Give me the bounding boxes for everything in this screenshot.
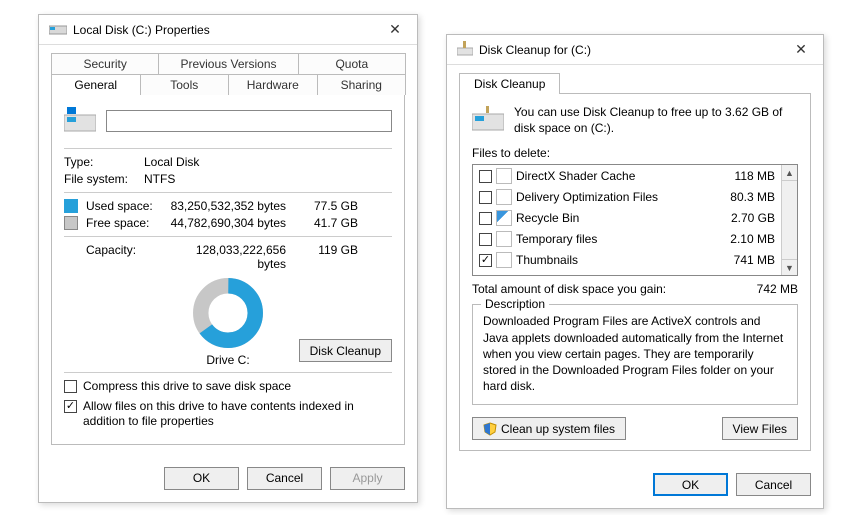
list-item[interactable]: Thumbnails741 MB [473,249,781,270]
usage-donut-chart [192,277,264,349]
properties-titlebar[interactable]: Local Disk (C:) Properties ✕ [39,15,417,45]
type-label: Type: [64,155,144,169]
general-panel: Type:Local Disk File system:NTFS Used sp… [51,94,405,445]
volume-label-input[interactable] [106,110,392,132]
compress-label: Compress this drive to save disk space [83,379,291,395]
close-icon[interactable]: ✕ [783,38,819,62]
files-list[interactable]: DirectX Shader Cache118 MBDelivery Optim… [472,164,798,276]
shield-icon [483,422,497,436]
index-label: Allow files on this drive to have conten… [83,399,392,430]
tab-tools[interactable]: Tools [140,74,230,95]
item-checkbox[interactable] [479,254,492,267]
fs-value: NTFS [144,172,392,186]
type-value: Local Disk [144,155,392,169]
files-to-delete-label: Files to delete: [472,146,798,160]
scroll-down-icon[interactable]: ▼ [782,259,797,275]
item-checkbox[interactable] [479,191,492,204]
item-checkbox[interactable] [479,233,492,246]
item-size: 118 MB [705,169,775,183]
free-bytes: 44,782,690,304 bytes [164,216,304,230]
cleanup-intro: You can use Disk Cleanup to free up to 3… [514,104,798,136]
properties-tabs: Security Previous Versions Quota General… [51,53,405,95]
description-text: Downloaded Program Files are ActiveX con… [483,313,787,394]
drive-icon [49,20,67,39]
properties-dialog: Local Disk (C:) Properties ✕ Security Pr… [38,14,418,503]
clean-system-files-button[interactable]: Clean up system files [472,417,626,440]
ok-button[interactable]: OK [653,473,728,496]
total-value: 742 MB [757,282,798,296]
file-type-icon [496,252,512,268]
tab-general[interactable]: General [51,74,141,95]
item-name: Delivery Optimization Files [516,190,705,204]
index-checkbox[interactable] [64,400,77,413]
tab-disk-cleanup[interactable]: Disk Cleanup [459,73,560,94]
item-size: 2.70 GB [705,211,775,225]
file-type-icon [496,231,512,247]
drive-large-icon [64,105,96,136]
capacity-label: Capacity: [64,243,164,271]
scroll-up-icon[interactable]: ▲ [782,165,797,181]
broom-icon [457,40,473,59]
file-type-icon [496,189,512,205]
list-item[interactable]: DirectX Shader Cache118 MB [473,165,781,186]
apply-button: Apply [330,467,405,490]
file-type-icon [496,210,512,226]
free-human: 41.7 GB [304,216,358,230]
disk-cleanup-dialog: Disk Cleanup for (C:) ✕ Disk Cleanup You… [446,34,824,509]
list-item[interactable]: Temporary files2.10 MB [473,228,781,249]
fs-label: File system: [64,172,144,186]
list-item[interactable]: Recycle Bin2.70 GB [473,207,781,228]
description-legend: Description [481,297,549,311]
list-item[interactable]: Delivery Optimization Files80.3 MB [473,186,781,207]
properties-title: Local Disk (C:) Properties [73,23,377,37]
used-human: 77.5 GB [304,199,358,213]
used-label: Used space: [86,199,164,213]
item-size: 80.3 MB [705,190,775,204]
free-swatch [64,216,78,230]
item-checkbox[interactable] [479,212,492,225]
compress-checkbox[interactable] [64,380,77,393]
ok-button[interactable]: OK [164,467,239,490]
tab-security[interactable]: Security [51,53,159,74]
cleanup-drive-icon [472,104,504,136]
cleanup-title: Disk Cleanup for (C:) [479,43,783,57]
drive-caption: Drive C: [206,353,249,367]
cancel-button[interactable]: Cancel [736,473,811,496]
capacity-human: 119 GB [304,243,358,271]
item-name: Thumbnails [516,253,705,267]
scrollbar[interactable]: ▲ ▼ [781,165,797,275]
item-name: Recycle Bin [516,211,705,225]
cancel-button[interactable]: Cancel [247,467,322,490]
tab-quota[interactable]: Quota [298,53,406,74]
item-name: Temporary files [516,232,705,246]
cleanup-panel: You can use Disk Cleanup to free up to 3… [459,93,811,451]
close-icon[interactable]: ✕ [377,18,413,42]
capacity-bytes: 128,033,222,656 bytes [164,243,304,271]
used-bytes: 83,250,532,352 bytes [164,199,304,213]
cleanup-titlebar[interactable]: Disk Cleanup for (C:) ✕ [447,35,823,65]
tab-sharing[interactable]: Sharing [317,74,407,95]
tab-previous-versions[interactable]: Previous Versions [158,53,298,74]
view-files-button[interactable]: View Files [722,417,798,440]
clean-system-files-label: Clean up system files [501,422,615,436]
total-label: Total amount of disk space you gain: [472,282,757,296]
free-label: Free space: [86,216,164,230]
item-name: DirectX Shader Cache [516,169,705,183]
file-type-icon [496,168,512,184]
used-swatch [64,199,78,213]
description-fieldset: Description Downloaded Program Files are… [472,304,798,405]
item-checkbox[interactable] [479,170,492,183]
item-size: 741 MB [705,253,775,267]
tab-hardware[interactable]: Hardware [228,74,318,95]
item-size: 2.10 MB [705,232,775,246]
